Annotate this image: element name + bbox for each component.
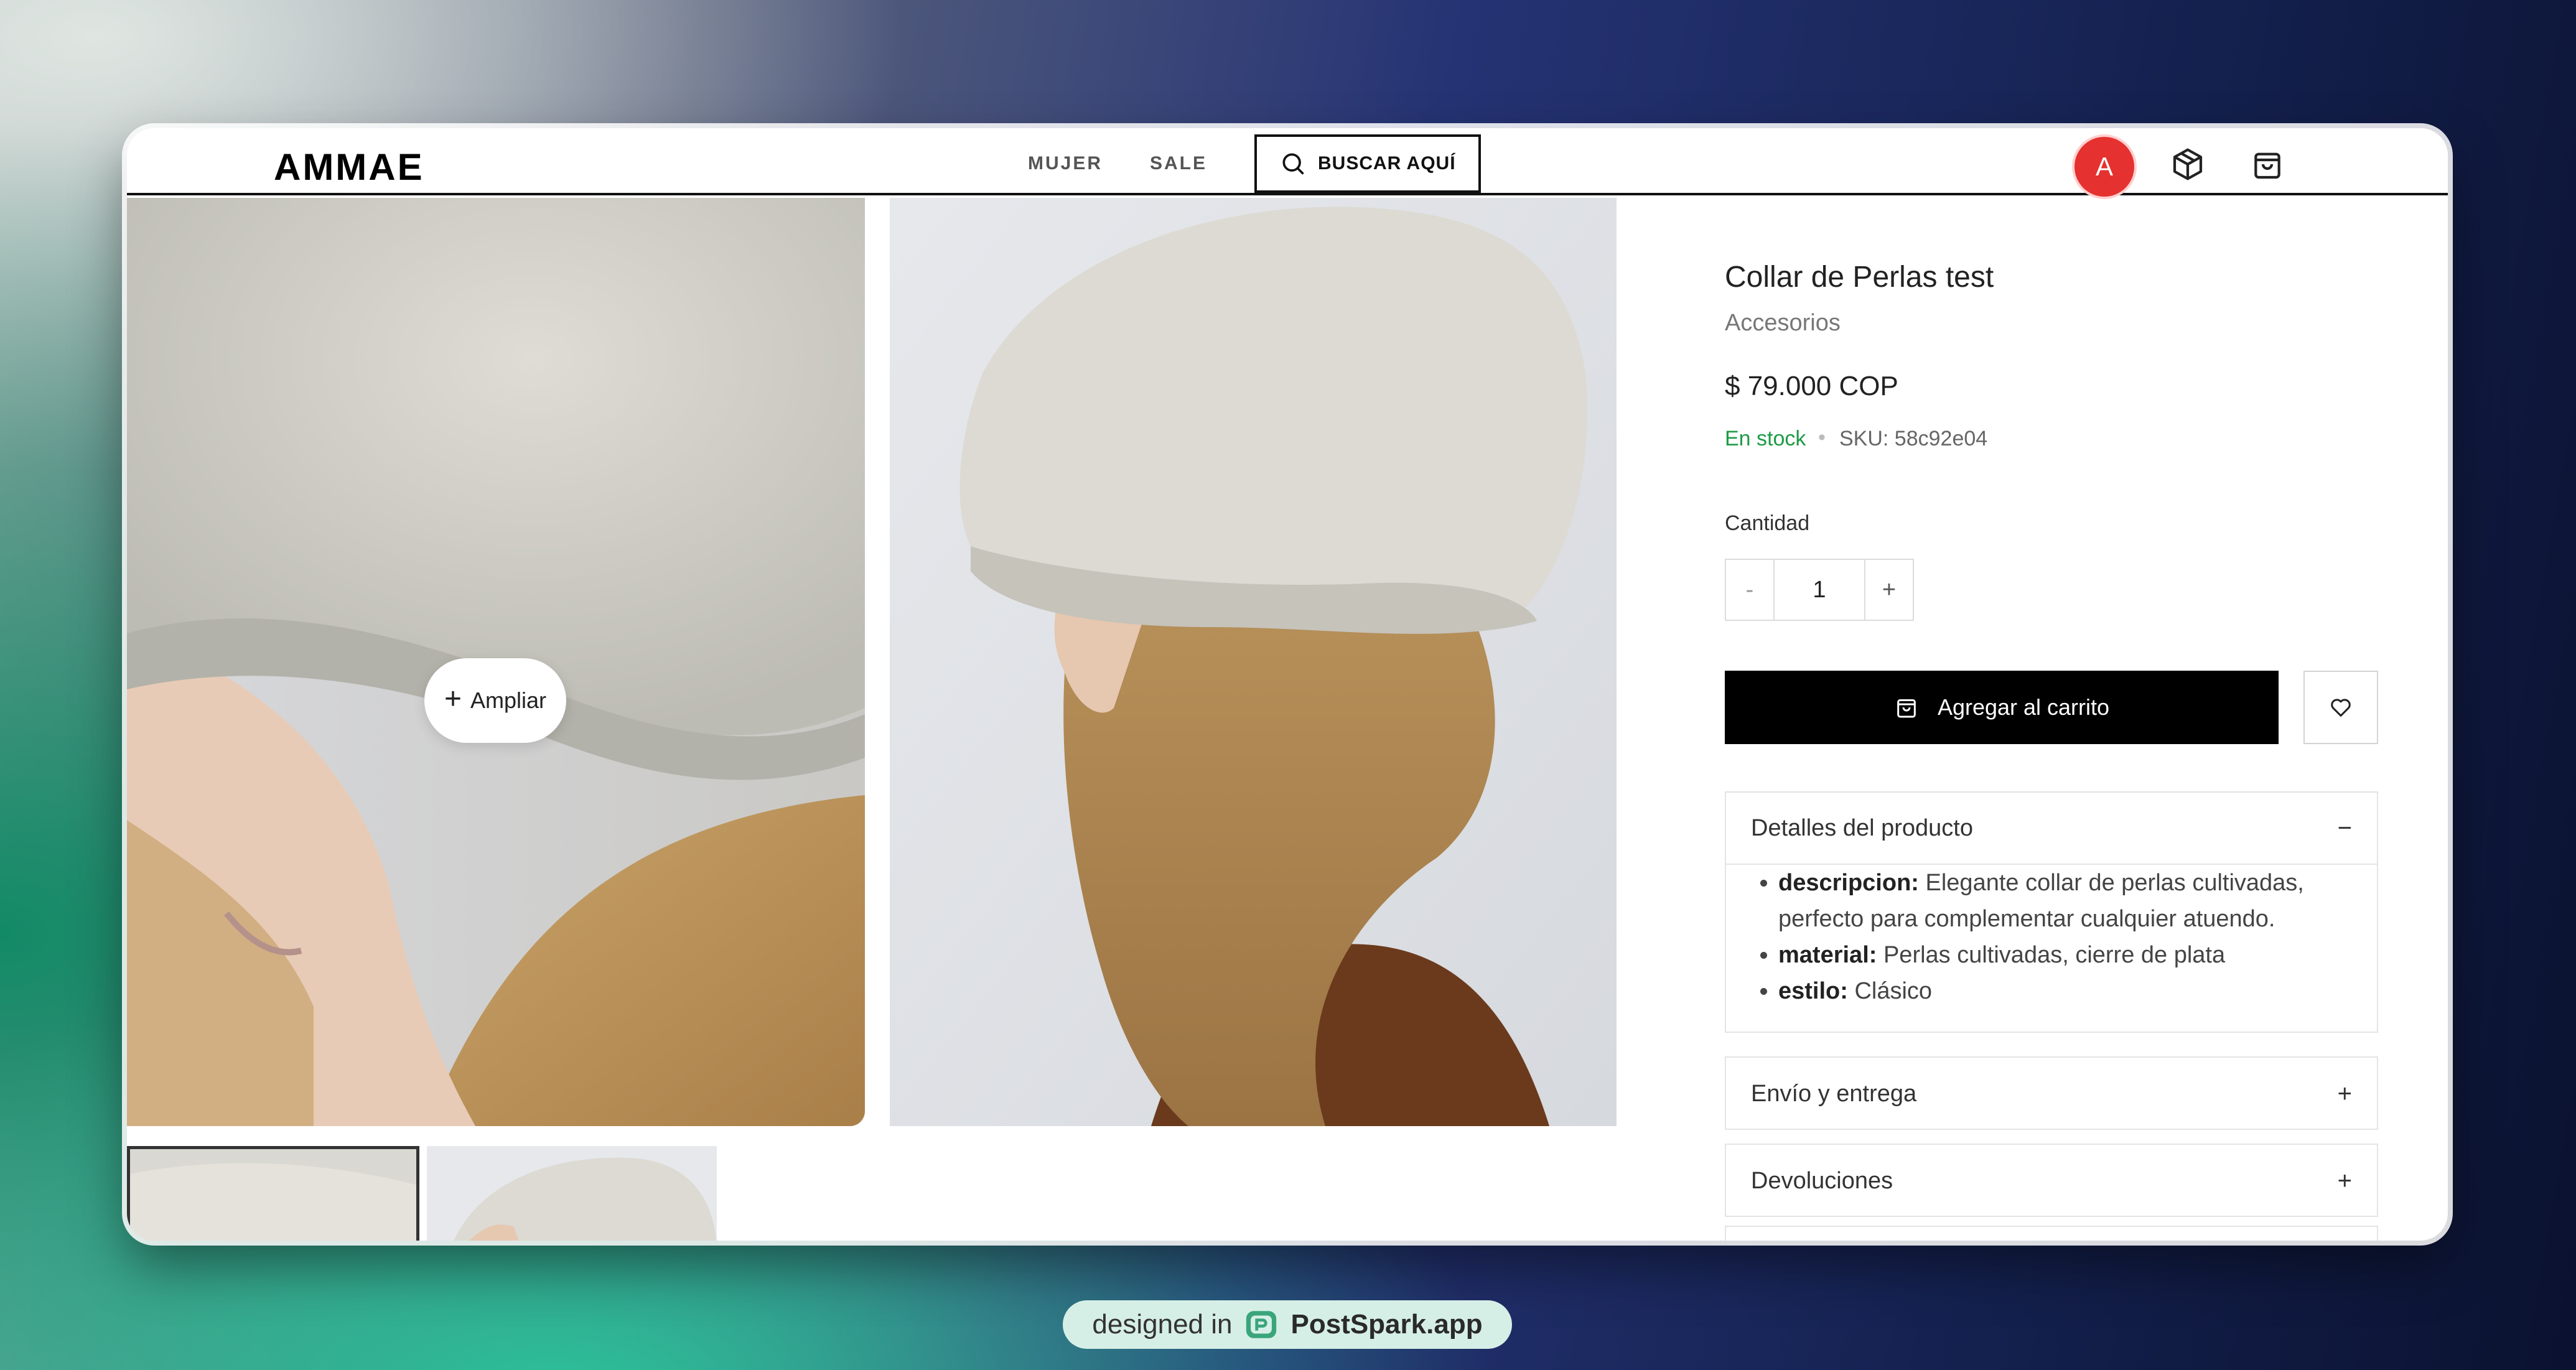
- badge-prefix: designed in: [1092, 1309, 1233, 1340]
- thumbnail-photo-2: [427, 1146, 717, 1241]
- product-category[interactable]: Accesorios: [1725, 310, 1841, 337]
- accordion-title: Envío y entrega: [1751, 1080, 1917, 1107]
- thumbnail-photo-1: [130, 1149, 416, 1241]
- accordion-header-returns[interactable]: Devoluciones +: [1726, 1145, 2377, 1217]
- quantity-stepper: - 1 +: [1725, 559, 1914, 621]
- detail-item: material: Perlas cultivadas, cierre de p…: [1778, 937, 2352, 973]
- quantity-label: Cantidad: [1725, 511, 1810, 535]
- heart-icon: [2331, 699, 2351, 717]
- accordion-header-details[interactable]: Detalles del producto −: [1726, 793, 2377, 865]
- add-to-cart-button[interactable]: Agregar al carrito: [1725, 671, 2279, 744]
- accordion-title: Devoluciones: [1751, 1167, 1893, 1194]
- product-price: $ 79.000 COP: [1725, 371, 1898, 401]
- search-label: BUSCAR AQUÍ: [1318, 153, 1456, 174]
- add-to-cart-label: Agregar al carrito: [1937, 694, 2110, 720]
- thumbnail-2[interactable]: [427, 1146, 717, 1241]
- accordion-title: Detalles del producto: [1751, 814, 1973, 841]
- accordion-header-shipping[interactable]: Envío y entrega +: [1726, 1058, 2377, 1130]
- shopping-bag-icon[interactable]: [2250, 147, 2285, 182]
- detail-item: descripcion: Elegante collar de perlas c…: [1778, 865, 2352, 937]
- postspark-logo-icon: [1246, 1311, 1277, 1338]
- plus-icon: +: [444, 683, 462, 715]
- expand-icon: +: [2337, 1079, 2352, 1107]
- nav-link-sale[interactable]: SALE: [1150, 153, 1207, 174]
- product-image-main[interactable]: + Ampliar: [127, 198, 865, 1126]
- browser-window: AMMAE MUJER SALE BUSCAR AQUÍ A + Ampliar…: [127, 128, 2448, 1241]
- wishlist-button[interactable]: [2303, 671, 2378, 744]
- accordion-product-details: Detalles del producto − descripcion: Ele…: [1725, 791, 2378, 1033]
- stock-status: En stock: [1725, 427, 1806, 450]
- quantity-input[interactable]: 1: [1773, 560, 1865, 620]
- product-photo-profile: [890, 198, 1617, 1126]
- accordion-partial[interactable]: [1725, 1226, 2378, 1241]
- quantity-decrease-button[interactable]: -: [1726, 560, 1773, 620]
- zoom-label: Ampliar: [470, 687, 547, 713]
- quantity-increase-button[interactable]: +: [1865, 560, 1913, 620]
- collapse-icon: −: [2337, 814, 2352, 842]
- accordion-shipping[interactable]: Envío y entrega +: [1725, 1056, 2378, 1130]
- designed-in-badge: designed in PostSpark.app: [1063, 1300, 1512, 1349]
- search-button[interactable]: BUSCAR AQUÍ: [1254, 134, 1481, 193]
- separator-dot: •: [1818, 426, 1826, 449]
- accordion-body-details: descripcion: Elegante collar de perlas c…: [1726, 865, 2377, 1009]
- top-nav: AMMAE MUJER SALE BUSCAR AQUÍ A: [127, 128, 2448, 197]
- package-icon[interactable]: [2170, 147, 2205, 182]
- zoom-button[interactable]: + Ampliar: [424, 658, 566, 743]
- shopping-bag-icon: [1897, 699, 1916, 718]
- badge-brand: PostSpark.app: [1290, 1309, 1483, 1340]
- accordion-returns[interactable]: Devoluciones +: [1725, 1144, 2378, 1217]
- thumbnail-1[interactable]: [127, 1146, 419, 1241]
- product-sku: SKU: 58c92e04: [1839, 427, 1988, 450]
- expand-icon: +: [2337, 1167, 2352, 1195]
- avatar[interactable]: A: [2074, 137, 2134, 197]
- product-title: Collar de Perlas test: [1725, 261, 1994, 294]
- logo[interactable]: AMMAE: [274, 146, 424, 189]
- nav-link-mujer[interactable]: MUJER: [1028, 153, 1103, 174]
- product-image-secondary[interactable]: [890, 198, 1617, 1126]
- detail-item: estilo: Clásico: [1778, 973, 2352, 1009]
- search-icon: [1282, 153, 1304, 175]
